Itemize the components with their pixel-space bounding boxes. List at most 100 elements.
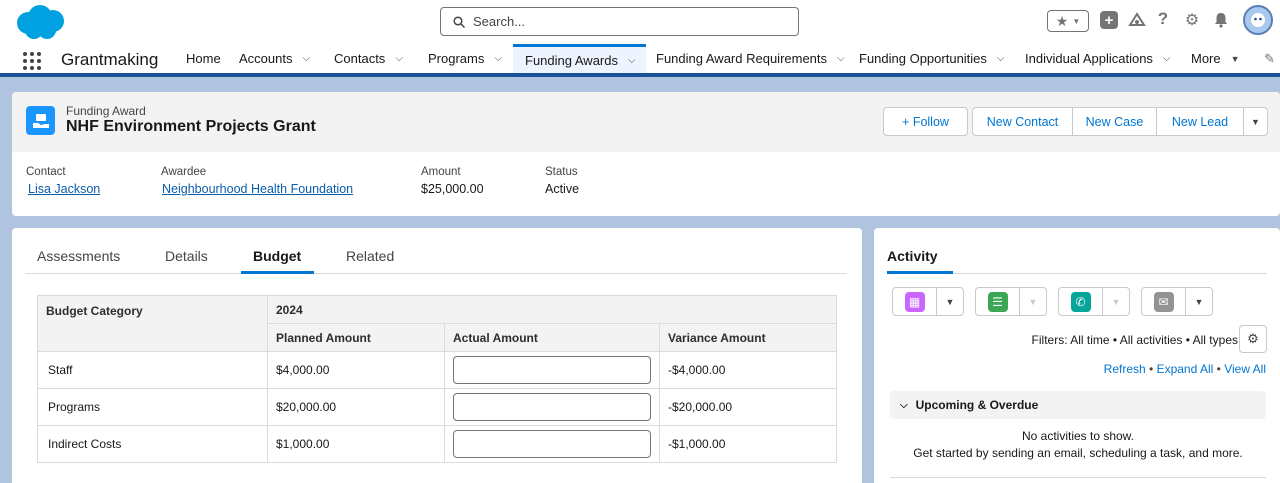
actual-amount-input[interactable] (453, 430, 651, 458)
tab-divider (25, 273, 847, 274)
awardee-link[interactable]: Neighbourhood Health Foundation (162, 182, 353, 196)
nav-item-label: Home (186, 51, 221, 66)
variance-amount-cell: -$20,000.00 (659, 388, 837, 426)
actual-amount-cell (444, 351, 660, 389)
nav-item-more[interactable]: More ▼ (1191, 44, 1240, 73)
chevron-down-icon: ⌵ (900, 399, 908, 411)
nav-item-funding-awards[interactable]: Funding Awards ⌵ (513, 44, 646, 73)
star-icon: ★ (1055, 12, 1069, 29)
nav-item-label: Programs (428, 51, 485, 66)
nav-item-label: Individual Applications (1025, 51, 1153, 66)
caret-down-icon: ▼ (1111, 296, 1121, 307)
actual-amount-cell (444, 388, 660, 426)
expand-all-link[interactable]: Expand All (1157, 362, 1214, 376)
actual-amount-input[interactable] (453, 393, 651, 421)
nav-item-accounts[interactable]: Accounts ⌵ (239, 44, 310, 73)
col-budget-category: Budget Category (37, 295, 268, 352)
planned-amount-cell: $20,000.00 (267, 388, 445, 426)
nav-item-label: Accounts (239, 51, 293, 66)
status-label: Status (545, 166, 578, 178)
favorites-button[interactable]: ★ ▼ (1047, 10, 1089, 32)
upcoming-overdue-section[interactable]: ⌵ Upcoming & Overdue (890, 391, 1266, 419)
actual-amount-input[interactable] (453, 356, 651, 384)
caret-down-icon[interactable]: ▼ (1186, 288, 1212, 315)
table-row: Indirect Costs $1,000.00 -$1,000.00 (37, 425, 837, 463)
chevron-down-icon[interactable]: ⌵ (628, 55, 636, 66)
col-variance-amount: Variance Amount (659, 323, 837, 352)
log-call-button[interactable]: ✆ ▼ (1058, 287, 1130, 316)
chevron-down-icon[interactable]: ⌵ (395, 53, 403, 64)
settings-gear-icon[interactable]: ⚙ (1182, 10, 1202, 30)
record-title: NHF Environment Projects Grant (66, 118, 316, 135)
new-case-button[interactable]: New Case (1072, 107, 1157, 136)
budget-category-cell: Staff (37, 351, 268, 389)
more-actions-chevron-icon[interactable]: ▼ (1243, 107, 1268, 136)
status-value: Active (545, 182, 580, 196)
activity-bottom-divider (890, 477, 1266, 478)
nav-item-programs[interactable]: Programs ⌵ (428, 44, 502, 73)
table-row: Programs $20,000.00 -$20,000.00 (37, 388, 837, 426)
chevron-down-icon[interactable]: ⌵ (1163, 53, 1171, 64)
salesforce-logo[interactable] (14, 4, 66, 40)
filter-settings-gear-icon[interactable]: ⚙ (1239, 325, 1267, 353)
nav-item-label: Contacts (334, 51, 386, 66)
separator-dot: • (1149, 362, 1157, 376)
event-icon: ▦ (893, 288, 937, 315)
nav-item-home[interactable]: Home (186, 44, 221, 73)
col-planned-amount: Planned Amount (267, 323, 445, 352)
activity-card: Activity ▦ ▼ ☰ ▼ ✆ ▼ ✉ ▼ Filters: All ti… (874, 228, 1280, 483)
global-search-input[interactable]: Search... (440, 7, 799, 36)
awardee-label: Awardee (161, 166, 207, 178)
record-highlights-panel: Funding Award NHF Environment Projects G… (12, 92, 1280, 216)
chevron-down-icon[interactable]: ⌵ (302, 53, 310, 64)
col-actual-amount: Actual Amount (444, 323, 660, 352)
new-task-button[interactable]: ☰ ▼ (975, 287, 1047, 316)
tab-related[interactable]: Related (346, 248, 394, 264)
tab-assessments[interactable]: Assessments (37, 248, 120, 264)
upcoming-overdue-label: Upcoming & Overdue (915, 398, 1039, 412)
help-icon[interactable]: ? (1155, 9, 1171, 29)
new-event-button[interactable]: ▦ ▼ (892, 287, 964, 316)
nav-item-contacts[interactable]: Contacts ⌵ (334, 44, 403, 73)
search-icon (453, 15, 465, 28)
user-avatar[interactable] (1243, 5, 1273, 35)
col-year: 2024 (267, 295, 837, 324)
chevron-down-icon[interactable]: ⌵ (494, 53, 502, 64)
chevron-down-icon[interactable]: ⌵ (837, 53, 845, 64)
no-activities-hint: Get started by sending an email, schedul… (913, 446, 1243, 460)
follow-button[interactable]: + Follow (883, 107, 968, 136)
app-launcher-icon[interactable] (23, 52, 41, 70)
actual-amount-cell (444, 425, 660, 463)
nav-item-individual-applications[interactable]: Individual Applications ⌵ (1025, 44, 1171, 73)
refresh-link[interactable]: Refresh (1104, 362, 1146, 376)
chevron-down-icon[interactable]: ⌵ (997, 53, 1005, 64)
tab-details[interactable]: Details (165, 248, 208, 264)
caret-down-icon[interactable]: ▼ (937, 288, 963, 315)
nav-item-funding-award-requirements[interactable]: Funding Award Requirements ⌵ (656, 44, 845, 73)
planned-amount-cell: $1,000.00 (267, 425, 445, 463)
email-icon: ✉ (1142, 288, 1186, 315)
global-actions-button[interactable]: + (1100, 11, 1118, 29)
variance-amount-cell: -$1,000.00 (659, 425, 837, 463)
variance-amount-cell: -$4,000.00 (659, 351, 837, 389)
tab-budget[interactable]: Budget (253, 248, 301, 264)
new-contact-button[interactable]: New Contact (972, 107, 1073, 136)
app-name: Grantmaking (61, 50, 159, 69)
trailhead-icon[interactable] (1127, 10, 1147, 30)
caret-down-icon[interactable]: ▼ (1231, 54, 1240, 64)
contact-link[interactable]: Lisa Jackson (28, 182, 100, 196)
nav-item-label: More (1191, 51, 1221, 66)
view-all-link[interactable]: View All (1224, 362, 1266, 376)
app-nav-bar: Grantmaking Home Accounts ⌵ Contacts ⌵ Pro… (0, 44, 1280, 77)
nav-item-funding-opportunities[interactable]: Funding Opportunities ⌵ (859, 44, 1005, 73)
new-lead-button[interactable]: New Lead (1156, 107, 1244, 136)
activity-active-indicator (887, 271, 953, 274)
activity-title[interactable]: Activity (887, 248, 938, 264)
contact-label: Contact (26, 166, 66, 178)
nav-item-label: Funding Opportunities (859, 51, 987, 66)
active-tab-indicator (241, 271, 314, 274)
email-button[interactable]: ✉ ▼ (1141, 287, 1213, 316)
edit-nav-pencil-icon[interactable]: ✎ (1264, 44, 1275, 73)
chevron-down-icon: ▼ (1072, 16, 1081, 26)
notifications-bell-icon[interactable] (1211, 10, 1231, 30)
